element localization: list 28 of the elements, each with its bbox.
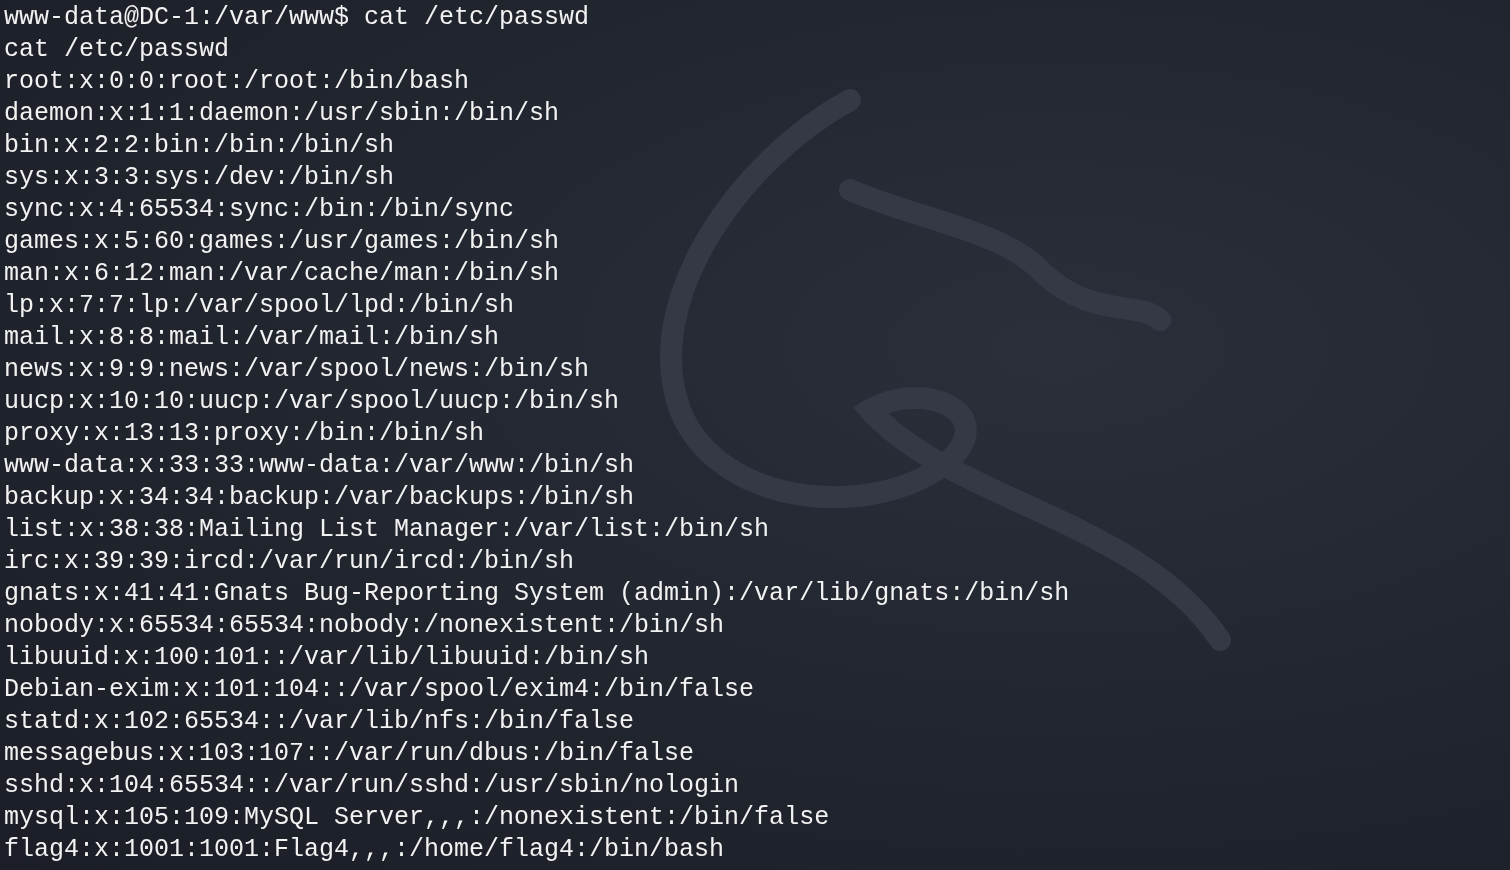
output-line: list:x:38:38:Mailing List Manager:/var/list:/bin/sh — [4, 514, 770, 546]
shell-prompt: www-data@DC-1:/var/www$ — [4, 2, 350, 34]
output-line: news:x:9:9:news:/var/spool/news:/bin/sh — [4, 354, 590, 386]
output-line: uucp:x:10:10:uucp:/var/spool/uucp:/bin/sh — [4, 386, 620, 418]
output-line: flag4:x:1001:1001:Flag4,,,:/home/flag4:/bin/bash — [4, 834, 725, 866]
output-line: mail:x:8:8:mail:/var/mail:/bin/sh — [4, 322, 500, 354]
output-line: libuuid:x:100:101::/var/lib/libuuid:/bin/sh — [4, 642, 650, 674]
output-line: mysql:x:105:109:MySQL Server,,,:/nonexistent:/bin/false — [4, 802, 830, 834]
command-text: cat /etc/passwd — [364, 2, 590, 34]
output-line: daemon:x:1:1:daemon:/usr/sbin:/bin/sh — [4, 98, 560, 130]
output-line: www-data:x:33:33:www-data:/var/www:/bin/sh — [4, 450, 635, 482]
output-line: bin:x:2:2:bin:/bin:/bin/sh — [4, 130, 395, 162]
output-line: root:x:0:0:root:/root:/bin/bash — [4, 66, 470, 98]
output-line: sync:x:4:65534:sync:/bin:/bin/sync — [4, 194, 515, 226]
output-line: lp:x:7:7:lp:/var/spool/lpd:/bin/sh — [4, 290, 515, 322]
output-line: statd:x:102:65534::/var/lib/nfs:/bin/false — [4, 706, 635, 738]
output-line: man:x:6:12:man:/var/cache/man:/bin/sh — [4, 258, 560, 290]
output-line: games:x:5:60:games:/usr/games:/bin/sh — [4, 226, 560, 258]
output-line: backup:x:34:34:backup:/var/backups:/bin/sh — [4, 482, 635, 514]
output-line: sshd:x:104:65534::/var/run/sshd:/usr/sbin/nologin — [4, 770, 740, 802]
output-line: Debian-exim:x:101:104::/var/spool/exim4:/bin/false — [4, 674, 755, 706]
output-line: irc:x:39:39:ircd:/var/run/ircd:/bin/sh — [4, 546, 575, 578]
output-line: nobody:x:65534:65534:nobody:/nonexistent:/bin/sh — [4, 610, 725, 642]
output-line: cat /etc/passwd — [4, 34, 230, 66]
output-line: gnats:x:41:41:Gnats Bug-Reporting System (admin):/var/lib/gnats:/bin/sh — [4, 578, 1070, 610]
output-line: sys:x:3:3:sys:/dev:/bin/sh — [4, 162, 395, 194]
output-line: proxy:x:13:13:proxy:/bin:/bin/sh — [4, 418, 485, 450]
output-line: messagebus:x:103:107::/var/run/dbus:/bin/false — [4, 738, 695, 770]
